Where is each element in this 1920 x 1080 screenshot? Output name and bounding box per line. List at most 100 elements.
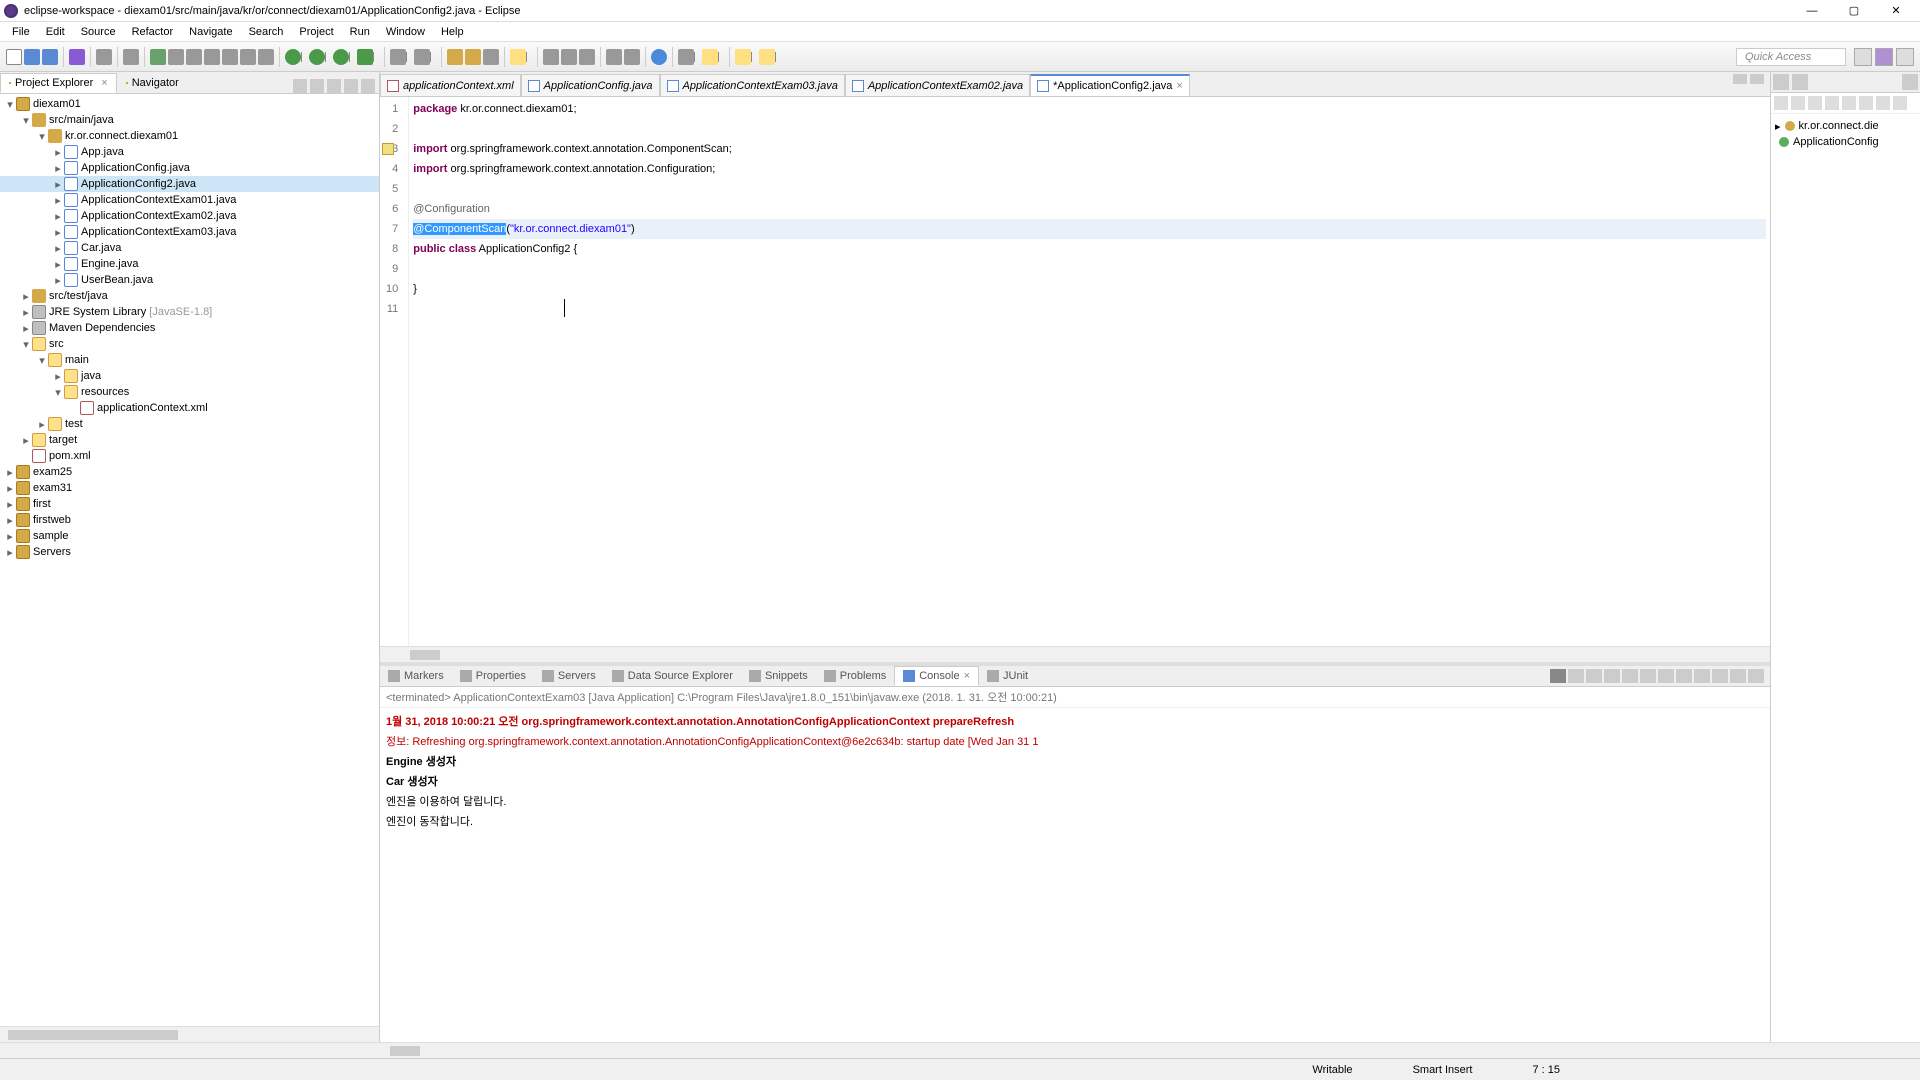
outline-item[interactable]: ApplicationConfig xyxy=(1793,136,1879,148)
tree-item[interactable]: ApplicationContextExam01.java xyxy=(81,194,236,206)
suspend-icon[interactable] xyxy=(204,49,220,65)
annotation-icon[interactable] xyxy=(624,49,640,65)
new-package-icon[interactable] xyxy=(447,49,463,65)
nav-back-icon[interactable] xyxy=(735,49,751,65)
debug-icon[interactable] xyxy=(150,49,166,65)
tree-item[interactable]: ApplicationConfig2.java xyxy=(81,178,196,190)
tree-item[interactable]: JRE System Library xyxy=(49,306,146,318)
pin-console-icon[interactable] xyxy=(1658,669,1674,683)
collapse-all-icon[interactable] xyxy=(293,79,307,93)
step-over-icon[interactable] xyxy=(258,49,274,65)
remove-launch-icon[interactable] xyxy=(1568,669,1584,683)
save-icon[interactable] xyxy=(24,49,40,65)
word-wrap-icon[interactable] xyxy=(1640,669,1656,683)
code-editor[interactable]: 1 2 3 4 5 6 7 8 9 10 11 package kr.or.co… xyxy=(380,97,1770,646)
tree-item[interactable]: Engine.java xyxy=(81,258,139,270)
close-icon[interactable]: × xyxy=(1176,80,1182,92)
skip-icon[interactable] xyxy=(168,49,184,65)
tree-item[interactable]: test xyxy=(65,418,83,430)
minimize-button[interactable]: — xyxy=(1792,1,1832,21)
save-all-icon[interactable] xyxy=(42,49,58,65)
menu-project[interactable]: Project xyxy=(291,24,341,40)
editor-tab[interactable]: ApplicationContextExam03.java xyxy=(660,74,845,96)
resume-icon[interactable] xyxy=(186,49,202,65)
sort-icon[interactable] xyxy=(1774,96,1788,110)
close-button[interactable]: ✕ xyxy=(1876,1,1916,21)
editor-tab[interactable]: ApplicationContextExam02.java xyxy=(845,74,1030,96)
new-class-icon[interactable] xyxy=(465,49,481,65)
menu-search[interactable]: Search xyxy=(241,24,292,40)
outline-view[interactable]: ▸kr.or.connect.die ApplicationConfig xyxy=(1771,114,1920,154)
maximize-view-icon[interactable] xyxy=(361,79,375,93)
tree-item[interactable]: ApplicationConfig.java xyxy=(81,162,190,174)
new-icon[interactable] xyxy=(6,49,22,65)
search-icon[interactable] xyxy=(123,49,139,65)
show-whitespace-icon[interactable] xyxy=(579,49,595,65)
menu-source[interactable]: Source xyxy=(73,24,124,40)
toggle-block-icon[interactable] xyxy=(561,49,577,65)
more-tabs-icon[interactable] xyxy=(1902,74,1918,90)
editor-tab-active[interactable]: *ApplicationConfig2.java× xyxy=(1030,74,1190,96)
open-task-icon[interactable] xyxy=(606,49,622,65)
tree-item[interactable]: diexam01 xyxy=(33,98,81,110)
scroll-lock-icon[interactable] xyxy=(1622,669,1638,683)
tree-item[interactable]: exam31 xyxy=(33,482,72,494)
coverage-icon[interactable] xyxy=(357,49,373,65)
menu-refactor[interactable]: Refactor xyxy=(124,24,182,40)
tree-item[interactable]: exam25 xyxy=(33,466,72,478)
back-icon[interactable] xyxy=(702,49,718,65)
tab-project-explorer[interactable]: Project Explorer × xyxy=(0,73,117,93)
editor-minimize-icon[interactable] xyxy=(1733,74,1747,84)
minimize-view-icon[interactable] xyxy=(344,79,358,93)
clear-console-icon[interactable] xyxy=(1604,669,1620,683)
perspective-jee-icon[interactable] xyxy=(1875,48,1893,66)
menu-run[interactable]: Run xyxy=(342,24,378,40)
tab-junit[interactable]: JUnit xyxy=(979,667,1036,685)
scrollbar-thumb[interactable] xyxy=(410,650,440,660)
hide-fields-icon[interactable] xyxy=(1791,96,1805,110)
hide-static-icon[interactable] xyxy=(1808,96,1822,110)
new-console-icon[interactable] xyxy=(1712,669,1728,683)
code-area[interactable]: package kr.or.connect.diexam01; import o… xyxy=(409,97,1770,646)
task-list-tab-icon[interactable] xyxy=(1792,74,1808,90)
toggle-mark-icon[interactable] xyxy=(543,49,559,65)
open-type-icon[interactable] xyxy=(96,49,112,65)
build-icon[interactable] xyxy=(69,49,85,65)
scrollbar-thumb[interactable] xyxy=(390,1046,420,1056)
nav-fwd-icon[interactable] xyxy=(759,49,775,65)
new-wizard-icon[interactable] xyxy=(390,49,406,65)
tree-item[interactable]: Servers xyxy=(33,546,71,558)
perspective-java-icon[interactable] xyxy=(1896,48,1914,66)
menu-help[interactable]: Help xyxy=(433,24,472,40)
new-server-icon[interactable] xyxy=(414,49,430,65)
max-view-icon[interactable] xyxy=(1748,669,1764,683)
outline-tab-icon[interactable] xyxy=(1773,74,1789,90)
tree-item[interactable]: main xyxy=(65,354,89,366)
tab-snippets[interactable]: Snippets xyxy=(741,667,816,685)
perspective-open-icon[interactable] xyxy=(1854,48,1872,66)
tree-item[interactable]: src xyxy=(49,338,64,350)
tree-item[interactable]: UserBean.java xyxy=(81,274,153,286)
console-output[interactable]: 1월 31, 2018 10:00:21 오전 org.springframew… xyxy=(380,708,1770,1042)
tab-markers[interactable]: Markers xyxy=(380,667,452,685)
menu-window[interactable]: Window xyxy=(378,24,433,40)
debug-last-icon[interactable] xyxy=(309,49,325,65)
tree-item[interactable]: ApplicationContextExam02.java xyxy=(81,210,236,222)
link-icon[interactable] xyxy=(1876,96,1890,110)
run-last-icon[interactable] xyxy=(285,49,301,65)
menu-file[interactable]: File xyxy=(4,24,38,40)
min-view-icon[interactable] xyxy=(1730,669,1746,683)
project-tree[interactable]: ▾diexam01 ▾src/main/java ▾kr.or.connect.… xyxy=(0,94,379,1026)
close-icon[interactable]: × xyxy=(964,670,970,682)
outline-item[interactable]: kr.or.connect.die xyxy=(1799,120,1879,132)
run-icon[interactable] xyxy=(333,49,349,65)
step-into-icon[interactable] xyxy=(240,49,256,65)
tree-item[interactable]: src/main/java xyxy=(49,114,114,126)
open-console-icon[interactable] xyxy=(1694,669,1710,683)
tree-item[interactable]: firstweb xyxy=(33,514,71,526)
tree-item[interactable]: kr.or.connect.diexam01 xyxy=(65,130,178,142)
hide-local-icon[interactable] xyxy=(1842,96,1856,110)
editor-tab[interactable]: ApplicationConfig.java xyxy=(521,74,660,96)
tree-item[interactable]: sample xyxy=(33,530,68,542)
hide-nonpublic-icon[interactable] xyxy=(1825,96,1839,110)
